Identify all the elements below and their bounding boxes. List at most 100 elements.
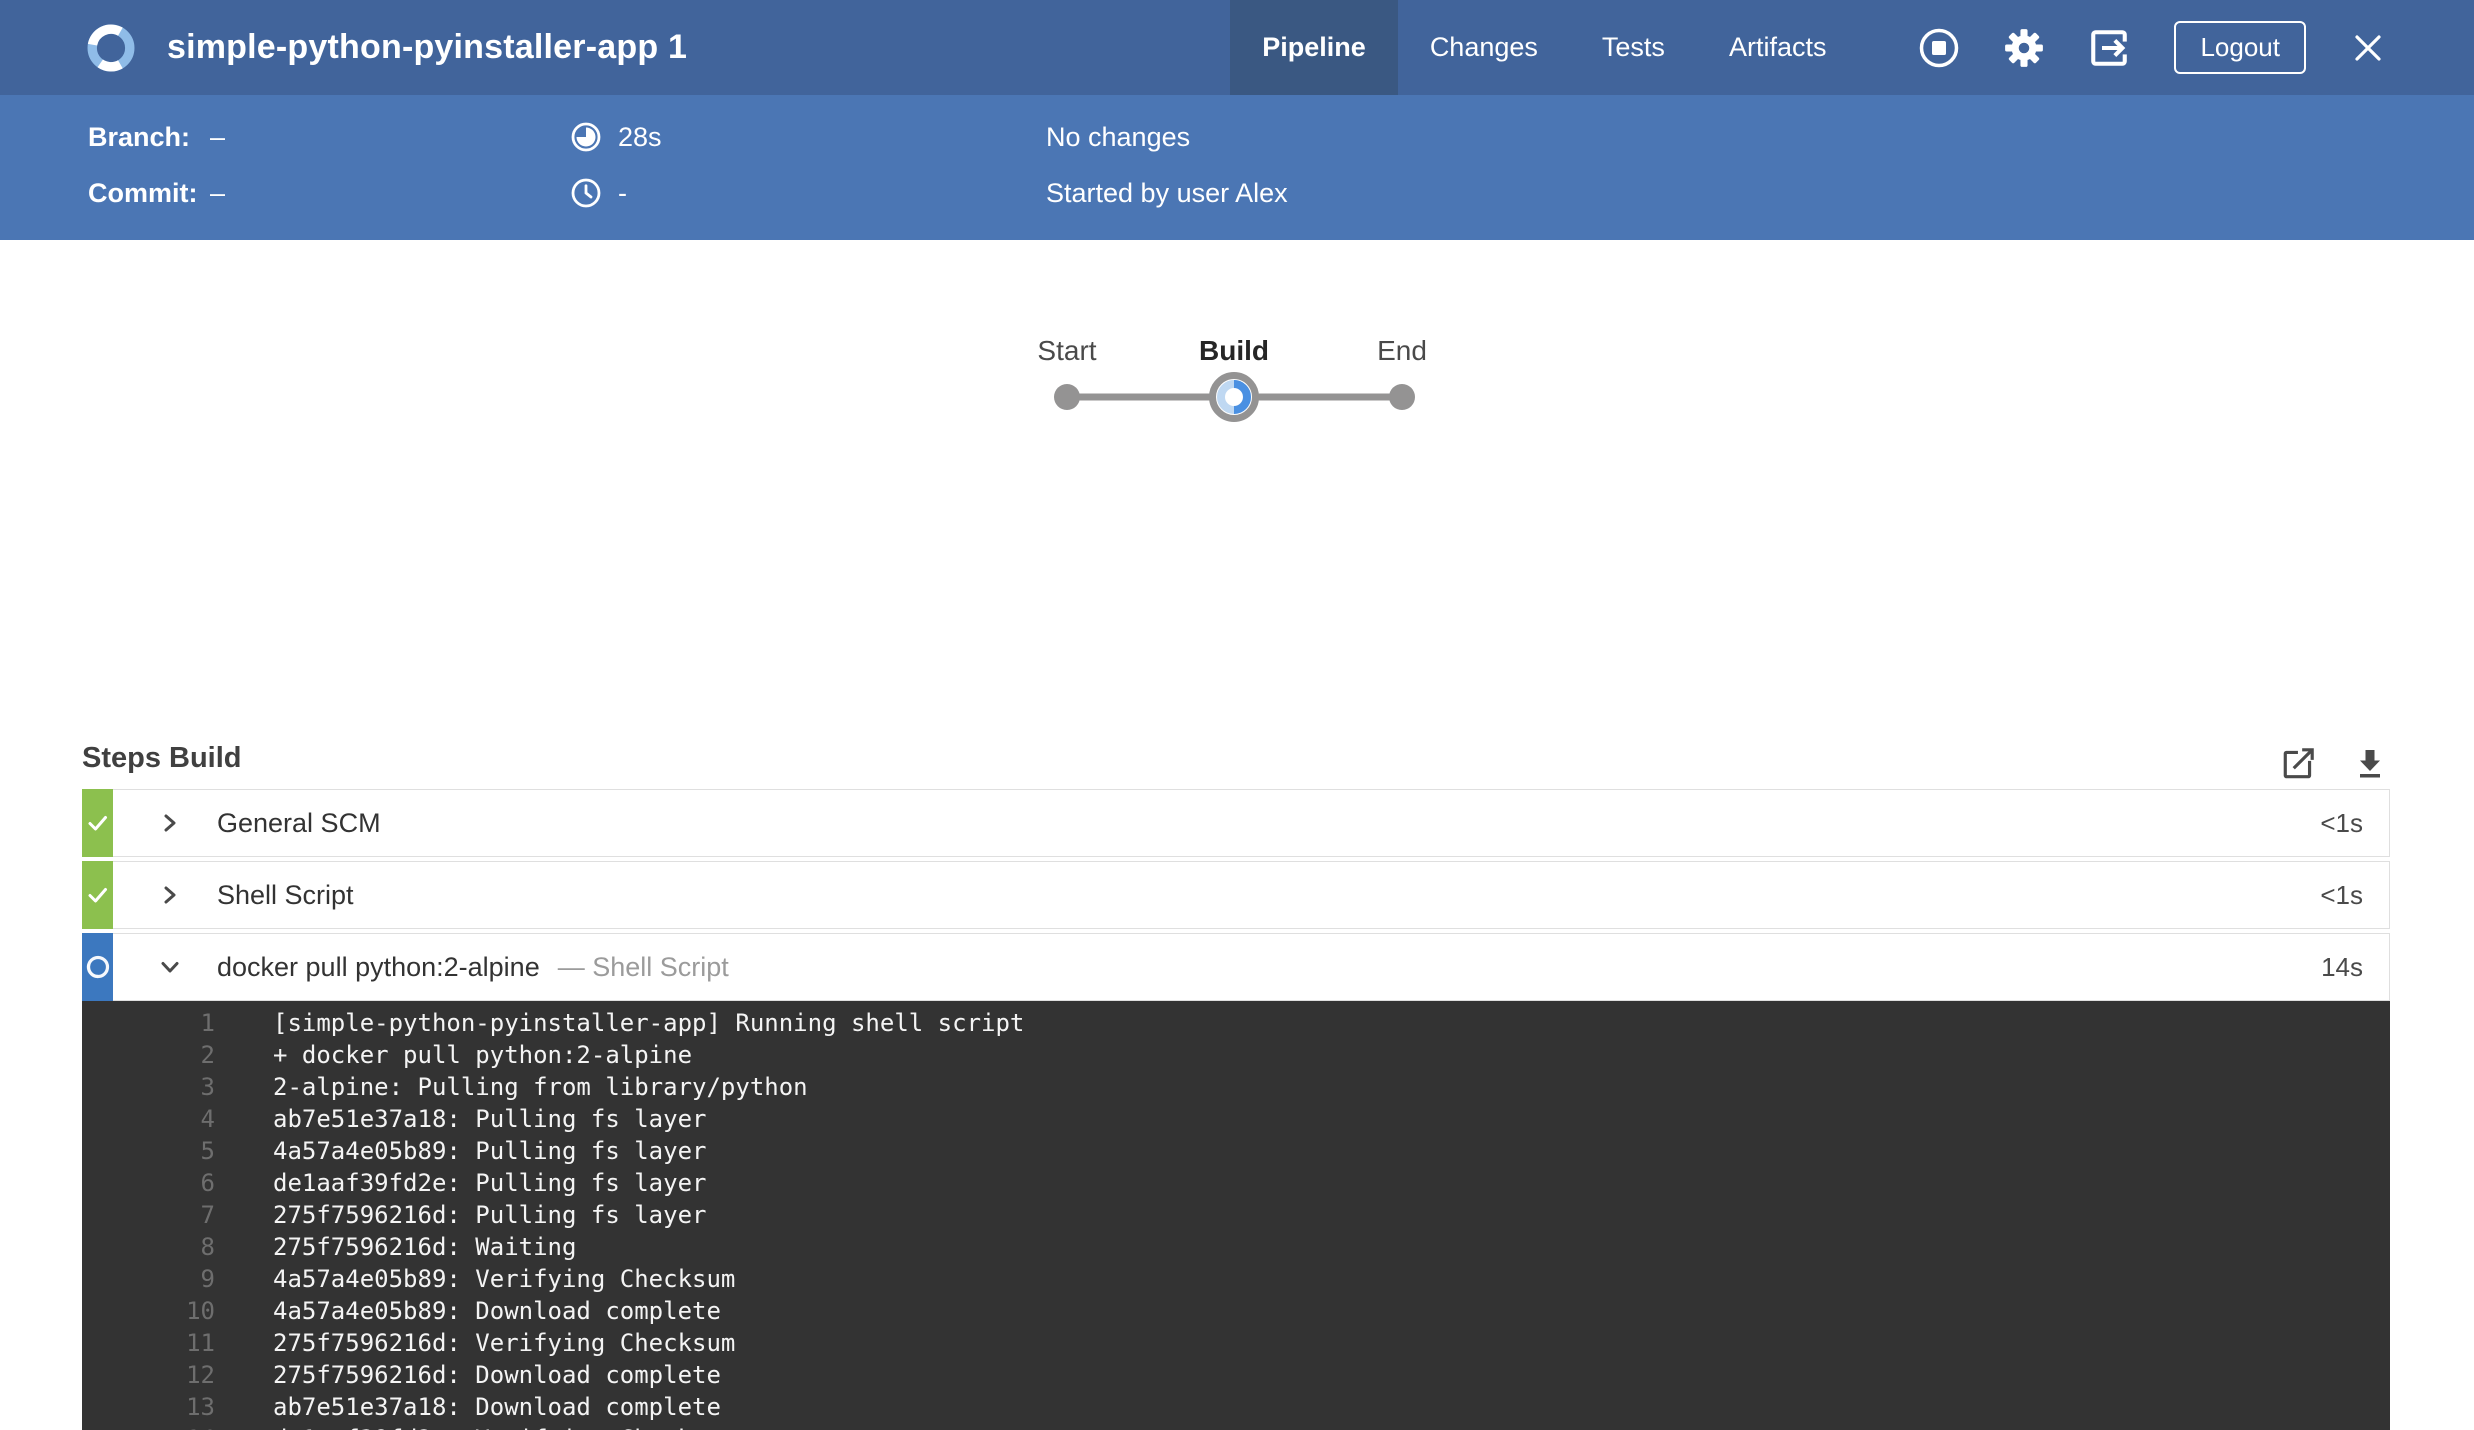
- graph-label-build: Build: [1199, 335, 1269, 366]
- console-log: 1 [simple-python-pyinstaller-app] Running…: [82, 1001, 2390, 1430]
- chevron-right-icon: [164, 814, 176, 832]
- console-line-number[interactable]: 1: [82, 1007, 215, 1039]
- page-title: simple-python-pyinstaller-app 1: [167, 28, 688, 66]
- console-line-text: 275f7596216d: Verifying Checksum: [273, 1329, 736, 1357]
- top-header: simple-python-pyinstaller-app 1 Pipeline…: [0, 0, 2474, 95]
- logout-button[interactable]: Logout: [2174, 21, 2306, 74]
- console-line: 12 275f7596216d: Download complete: [82, 1359, 2390, 1391]
- console-line: 8 275f7596216d: Waiting: [82, 1231, 2390, 1263]
- open-log-external-icon[interactable]: [2280, 744, 2318, 782]
- step-expand-toggle[interactable]: [159, 884, 181, 906]
- graph-node-end: [1389, 384, 1415, 410]
- console-line-number[interactable]: 7: [82, 1199, 215, 1231]
- console-line: 1 [simple-python-pyinstaller-app] Running…: [82, 1007, 2390, 1039]
- steps-actions: [2280, 744, 2388, 782]
- console-line-text: 275f7596216d: Download complete: [273, 1361, 721, 1389]
- console-line-text: ab7e51e37a18: Download complete: [273, 1393, 721, 1421]
- console-line-number[interactable]: 2: [82, 1039, 215, 1071]
- step-duration: <1s: [2320, 879, 2363, 910]
- console-line-text: 4a57a4e05b89: Verifying Checksum: [273, 1265, 736, 1293]
- console-line: 14 de1aaf39fd2e: Verifying Checksum: [82, 1423, 2390, 1430]
- steps-section: Steps Build General SCM <1s Shell Script <1…: [82, 742, 2390, 1430]
- step-row[interactable]: docker pull python:2-alpine — Shell Scrip…: [82, 933, 2390, 1001]
- console-line: 10 4a57a4e05b89: Download complete: [82, 1295, 2390, 1327]
- graph-label-end: End: [1377, 335, 1427, 366]
- console-line-number[interactable]: 6: [82, 1167, 215, 1199]
- console-line-number[interactable]: 13: [82, 1391, 215, 1423]
- step-duration: <1s: [2320, 807, 2363, 838]
- console-line-text: [simple-python-pyinstaller-app] Running …: [273, 1009, 1025, 1037]
- step-label: docker pull python:2-alpine: [217, 951, 540, 982]
- console-line-text: de1aaf39fd2e: Pulling fs layer: [273, 1169, 707, 1197]
- step-sublabel: — Shell Script: [557, 951, 729, 982]
- console-line-text: + docker pull python:2-alpine: [273, 1041, 693, 1069]
- console-line: 2 + docker pull python:2-alpine: [82, 1039, 2390, 1071]
- start-time-info: -: [570, 175, 627, 211]
- settings-gear-icon[interactable]: [2004, 28, 2044, 68]
- console-line: 4 ab7e51e37a18: Pulling fs layer: [82, 1103, 2390, 1135]
- graph-node-build-running[interactable]: [1209, 372, 1259, 422]
- commit-label: Commit:: [88, 177, 198, 208]
- tab-artifacts[interactable]: Artifacts: [1697, 0, 1859, 95]
- step-label: Shell Script: [217, 879, 354, 910]
- tab-pipeline[interactable]: Pipeline: [1230, 0, 1398, 95]
- console-line-number[interactable]: 11: [82, 1327, 215, 1359]
- commit-info: Commit: –: [88, 175, 225, 211]
- stop-run-icon[interactable]: [1918, 27, 1960, 69]
- success-check-icon: [88, 888, 107, 903]
- header-tabs: Pipeline Changes Tests Artifacts: [1230, 0, 1858, 95]
- duration-icon: [570, 121, 602, 153]
- run-brand: simple-python-pyinstaller-app 1: [85, 22, 687, 74]
- graph-node-start: [1054, 384, 1080, 410]
- commit-value: –: [210, 177, 226, 208]
- console-line-number[interactable]: 5: [82, 1135, 215, 1167]
- step-row[interactable]: Shell Script <1s: [82, 861, 2390, 929]
- console-line-text: 4a57a4e05b89: Download complete: [273, 1297, 721, 1325]
- header-actions: Logout: [1918, 21, 2386, 74]
- step-expand-toggle[interactable]: [159, 956, 181, 978]
- console-line-number[interactable]: 3: [82, 1071, 215, 1103]
- console-line: 11 275f7596216d: Verifying Checksum: [82, 1327, 2390, 1359]
- console-line-number[interactable]: 4: [82, 1103, 215, 1135]
- duration-value: 28s: [618, 121, 662, 152]
- console-line: 6 de1aaf39fd2e: Pulling fs layer: [82, 1167, 2390, 1199]
- step-status-strip: [82, 933, 113, 1001]
- step-row[interactable]: General SCM <1s: [82, 789, 2390, 857]
- console-line-text: de1aaf39fd2e: Verifying Checksum: [273, 1423, 735, 1430]
- step-status-strip: [82, 861, 113, 929]
- started-by-text: Started by user Alex: [1046, 177, 1288, 208]
- console-line: 3 2-alpine: Pulling from library/python: [82, 1071, 2390, 1103]
- console-line-text: 4a57a4e05b89: Pulling fs layer: [273, 1137, 707, 1165]
- branch-info: Branch: –: [88, 119, 225, 155]
- console-line-text: 2-alpine: Pulling from library/python: [273, 1073, 808, 1101]
- console-line-text: 275f7596216d: Pulling fs layer: [273, 1201, 707, 1229]
- running-spinner-icon: [86, 955, 109, 979]
- console-line-number[interactable]: 9: [82, 1263, 215, 1295]
- tab-tests[interactable]: Tests: [1570, 0, 1697, 95]
- console-line-number[interactable]: 10: [82, 1295, 215, 1327]
- steps-heading: Steps Build: [82, 742, 242, 774]
- close-icon[interactable]: [2350, 30, 2386, 66]
- console-line: 13 ab7e51e37a18: Download complete: [82, 1391, 2390, 1423]
- changes-text: No changes: [1046, 121, 1191, 152]
- success-check-icon: [88, 816, 107, 831]
- console-line-number[interactable]: 14: [82, 1423, 215, 1430]
- download-log-icon[interactable]: [2352, 745, 2388, 781]
- tab-changes[interactable]: Changes: [1398, 0, 1570, 95]
- step-status-strip: [82, 789, 113, 857]
- steps-rows: General SCM <1s Shell Script <1s docker pull…: [82, 789, 2390, 1001]
- console-line-number[interactable]: 12: [82, 1359, 215, 1391]
- console-line-number[interactable]: 8: [82, 1231, 215, 1263]
- pipeline-graph: Start Build End: [1037, 335, 1427, 422]
- console-line: 5 4a57a4e05b89: Pulling fs layer: [82, 1135, 2390, 1167]
- chevron-right-icon: [164, 886, 176, 904]
- step-expand-toggle[interactable]: [159, 812, 181, 834]
- console-line-text: 275f7596216d: Waiting: [273, 1233, 577, 1261]
- step-label: General SCM: [217, 807, 381, 838]
- branch-label: Branch:: [88, 121, 191, 152]
- exit-to-classic-icon[interactable]: [2088, 27, 2130, 69]
- start-time-value: -: [618, 177, 627, 208]
- graph-label-start: Start: [1037, 335, 1096, 366]
- clock-icon: [570, 177, 602, 209]
- console-line: 7 275f7596216d: Pulling fs layer: [82, 1199, 2390, 1231]
